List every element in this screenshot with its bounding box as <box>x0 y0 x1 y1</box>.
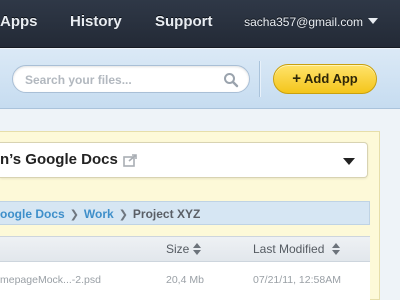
add-app-button[interactable]: + Add App <box>273 64 377 94</box>
nav-apps-link[interactable]: Apps <box>0 13 38 30</box>
search-box[interactable] <box>12 65 250 93</box>
account-menu[interactable]: sacha357@gmail.com <box>244 15 378 29</box>
account-email: sacha357@gmail.com <box>244 15 363 29</box>
toolbar: +Add App <box>0 49 400 109</box>
size-header-label: Size <box>166 242 190 256</box>
sort-icon <box>193 243 202 255</box>
nav-support-link[interactable]: Support <box>155 13 213 30</box>
size-column-header[interactable]: Size <box>166 242 202 256</box>
dropdown-caret-icon[interactable] <box>343 158 355 165</box>
chevron-right-icon: ❯ <box>69 209 79 221</box>
sort-icon <box>332 243 341 255</box>
toolbar-divider <box>259 61 260 97</box>
folder-selector[interactable]: n’s Google Docs <box>0 142 368 178</box>
breadcrumb-current: Project XYZ <box>132 207 201 221</box>
breadcrumb: oogle Docs ❯ Work ❯ Project XYZ <box>0 201 370 225</box>
search-input[interactable] <box>25 71 225 89</box>
nav-history-link[interactable]: History <box>70 13 122 30</box>
breadcrumb-google-docs[interactable]: oogle Docs <box>0 207 65 221</box>
last-modified-header-label: Last Modified <box>253 242 325 256</box>
add-app-label: Add App <box>304 71 358 86</box>
last-modified-column-header[interactable]: Last Modified <box>253 242 341 256</box>
file-modified: 07/21/11, 12:58AM <box>253 274 341 286</box>
top-nav: Apps History Support sacha357@gmail.com <box>0 0 400 48</box>
table-header: Size Last Modified <box>0 236 370 262</box>
chevron-right-icon: ❯ <box>118 209 128 221</box>
chevron-down-icon <box>368 18 378 24</box>
breadcrumb-work[interactable]: Work <box>84 207 114 221</box>
file-table: Size Last Modified mepageMock...-2.psd 2… <box>0 236 370 300</box>
folder-title: n’s Google Docs <box>0 151 118 168</box>
search-icon[interactable] <box>223 72 239 88</box>
file-name[interactable]: mepageMock...-2.psd <box>0 274 101 286</box>
share-icon[interactable] <box>123 153 139 167</box>
file-size: 20,4 Mb <box>166 274 204 286</box>
plus-icon: + <box>292 70 302 87</box>
